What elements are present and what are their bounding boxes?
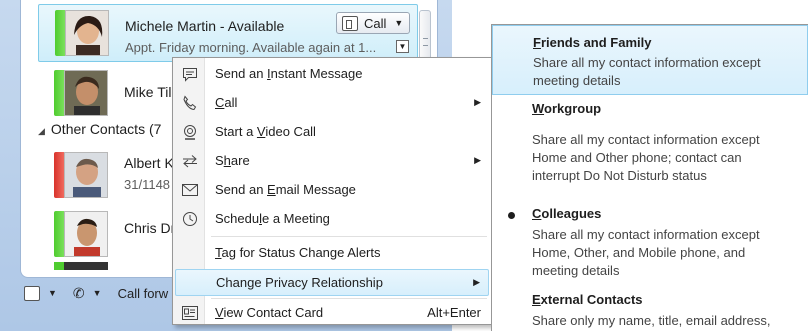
contact-card-icon bbox=[180, 303, 200, 323]
submenu-item-friends-and-family[interactable]: Friends and Family Share all my contact … bbox=[492, 25, 808, 95]
menu-item-change-privacy-relationship[interactable]: Change Privacy Relationship ▶ bbox=[175, 269, 489, 296]
menu-item-label: Start a Video Call bbox=[215, 124, 316, 139]
submenu-item-workgroup[interactable]: Workgroup Share all my contact informati… bbox=[492, 97, 808, 193]
phone-handset-icon bbox=[180, 93, 200, 113]
presence-bar-available bbox=[54, 70, 64, 116]
submenu-item-description: Share all my contact information except … bbox=[532, 227, 760, 278]
call-forward-label[interactable]: Call forw bbox=[118, 286, 169, 301]
phone-icon bbox=[342, 15, 358, 31]
submenu-item-title: Friends and Family bbox=[533, 35, 652, 50]
group-label: Other Contacts (7 bbox=[50, 121, 162, 137]
menu-item-tag-status-alerts[interactable]: Tag for Status Change Alerts bbox=[175, 239, 489, 266]
envelope-icon bbox=[180, 180, 200, 200]
submenu-arrow-icon: ▶ bbox=[474, 97, 481, 107]
submenu-item-description: Share only my name, title, email address… bbox=[532, 313, 771, 328]
menu-item-label: Send an Instant Message bbox=[215, 66, 363, 81]
menu-item-label: Share bbox=[215, 153, 250, 168]
contact-item-michele-martin[interactable]: Michele Martin - Available Appt. Friday … bbox=[38, 4, 418, 62]
submenu-item-colleagues[interactable]: Colleagues Share all my contact informat… bbox=[492, 200, 808, 282]
avatar bbox=[64, 211, 108, 257]
menu-item-view-contact-card[interactable]: View Contact Card Alt+Enter bbox=[175, 299, 489, 326]
menu-item-label: Schedule a Meeting bbox=[215, 211, 330, 226]
presence-bar-available bbox=[54, 211, 64, 257]
submenu-item-title: Colleagues bbox=[532, 206, 602, 221]
avatar bbox=[64, 262, 108, 270]
contact-name: Mike Till bbox=[124, 84, 175, 100]
submenu-item-external-contacts[interactable]: External Contacts Share only my name, ti… bbox=[492, 287, 808, 331]
submenu-item-description: Share all my contact information except … bbox=[533, 55, 761, 88]
menu-item-label: View Contact Card bbox=[215, 305, 324, 320]
contact-status-note: Appt. Friday morning. Available again at… bbox=[125, 40, 377, 55]
call-forward-icon[interactable]: ✆ bbox=[73, 285, 85, 302]
chevron-down-icon[interactable]: ▼ bbox=[48, 288, 57, 298]
presence-bar-busy bbox=[54, 152, 64, 198]
privacy-relationship-submenu: Friends and Family Share all my contact … bbox=[491, 24, 808, 331]
menu-item-send-email[interactable]: Send an Email Message bbox=[175, 176, 489, 203]
submenu-arrow-icon: ▶ bbox=[473, 277, 480, 287]
avatar bbox=[64, 70, 108, 116]
menu-item-label: Change Privacy Relationship bbox=[216, 275, 383, 290]
submenu-item-description: Share all my contact information except … bbox=[532, 132, 760, 183]
contact-status-note: 31/1148 bbox=[124, 177, 171, 192]
collapse-triangle-icon: ◢ bbox=[38, 126, 45, 136]
menu-separator bbox=[211, 236, 487, 237]
expand-icon[interactable]: ▼ bbox=[396, 40, 409, 53]
avatar bbox=[64, 152, 108, 198]
menu-item-video-call[interactable]: Start a Video Call bbox=[175, 118, 489, 145]
meeting-clock-icon bbox=[180, 209, 200, 229]
call-button[interactable]: Call ▼ bbox=[336, 12, 410, 34]
menu-item-label: Call bbox=[215, 95, 238, 110]
chevron-down-icon[interactable]: ▼ bbox=[93, 288, 102, 298]
menu-item-label: Tag for Status Change Alerts bbox=[215, 245, 381, 260]
webcam-icon bbox=[180, 122, 200, 142]
shortcut-text: Alt+Enter bbox=[427, 305, 481, 320]
phone-icon[interactable] bbox=[24, 285, 40, 301]
contact-context-menu: Send an Instant Message Call ▶ Start a V… bbox=[172, 57, 492, 325]
menu-item-send-im[interactable]: Send an Instant Message bbox=[175, 60, 489, 87]
speech-bubble-icon bbox=[180, 64, 200, 84]
share-arrows-icon bbox=[180, 151, 200, 171]
contact-name: Albert K bbox=[124, 155, 174, 171]
avatar bbox=[65, 10, 109, 56]
chevron-down-icon: ▼ bbox=[394, 18, 404, 28]
submenu-arrow-icon: ▶ bbox=[474, 155, 481, 165]
contact-item-partial bbox=[54, 262, 64, 270]
submenu-item-title: External Contacts bbox=[532, 292, 643, 307]
group-header-other-contacts[interactable]: ◢ Other Contacts (7 bbox=[38, 121, 161, 137]
contact-name: Michele Martin - Available bbox=[125, 18, 285, 34]
menu-item-share[interactable]: Share ▶ bbox=[175, 147, 489, 174]
menu-item-schedule-meeting[interactable]: Schedule a Meeting bbox=[175, 205, 489, 232]
call-button-label: Call bbox=[364, 15, 387, 31]
submenu-item-title: Workgroup bbox=[532, 101, 602, 116]
selected-radio-bullet-icon bbox=[508, 212, 515, 219]
menu-item-label: Send an Email Message bbox=[215, 182, 356, 197]
presence-bar-available bbox=[55, 10, 65, 56]
menu-item-call[interactable]: Call ▶ bbox=[175, 89, 489, 116]
